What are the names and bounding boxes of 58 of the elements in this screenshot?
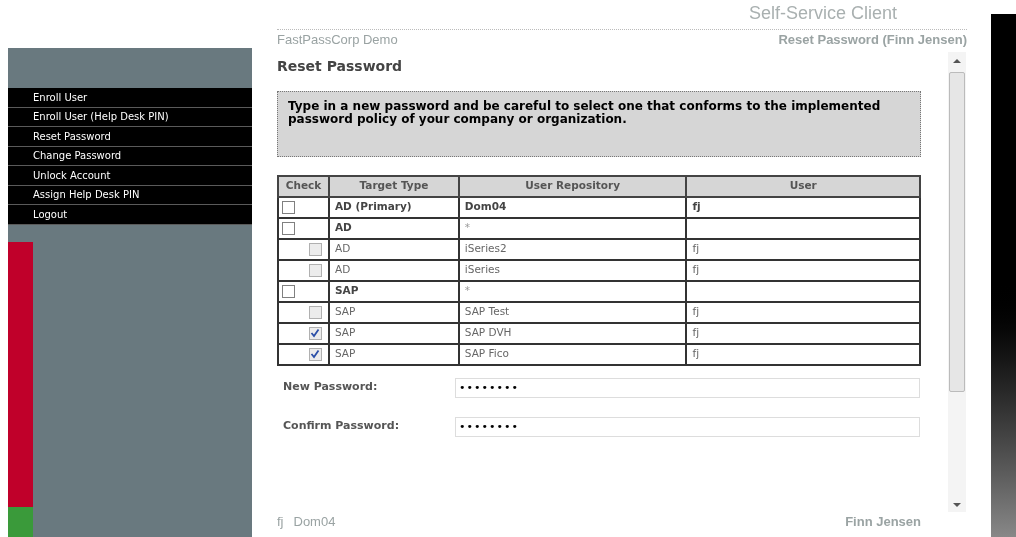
scroll-thumb[interactable] [949,71,965,392]
scrollbar[interactable] [948,51,966,512]
sidebar-item[interactable]: Assign Help Desk PIN [8,185,252,205]
page-title: Reset Password [277,56,404,76]
sidebar-item[interactable]: Logout [8,205,252,225]
table-cell: SAP [328,322,459,344]
table-cell: SAP DVH [458,322,687,344]
checked-checkbox[interactable] [308,326,322,340]
table-cell: * [458,217,687,239]
table-cell: SAP [328,280,459,302]
checkbox[interactable] [308,263,322,277]
table-cell: * [458,280,687,302]
table-cell: AD [328,238,459,260]
password-field[interactable]: •••••••• [455,377,920,398]
table-cell: SAP Fico [458,343,687,365]
table-cell: fj [686,196,920,218]
checkbox[interactable] [282,221,295,235]
sidebar-item[interactable]: Unlock Account [8,166,252,186]
sidebar-item[interactable]: Enroll User (Help Desk PIN) [8,107,252,127]
sidebar-item[interactable]: Change Password [8,146,252,166]
table-cell: SAP [328,343,459,365]
table-cell: fj [686,259,920,281]
table-cell: fj [686,343,920,365]
field-label: New Password: [282,379,379,396]
table-cell: fj [686,322,920,344]
table-cell: AD (Primary) [328,196,459,218]
checkbox[interactable] [282,200,295,214]
field-label: Confirm Password: [282,418,401,435]
sidebar-item[interactable]: Reset Password [8,127,252,147]
notice-text: Type in a new password and be careful to select one that conforms to the implemented password policy of your company or organization. [288,99,882,126]
checked-checkbox[interactable] [308,347,322,361]
sidebar-item[interactable]: Enroll User [8,88,252,108]
scroll-down-icon[interactable] [953,501,961,508]
scroll-up-icon[interactable] [953,57,961,64]
table-cell: iSeries2 [458,238,687,260]
logo-corner [8,507,33,537]
table-cell: Dom04 [458,196,687,218]
column-header: Target Type [328,175,459,197]
page-context: Reset Password (Finn Jensen) [778,31,967,49]
column-header: User [686,175,920,197]
user-id: fj [277,512,284,531]
checkbox[interactable] [308,242,322,256]
user-name: Finn Jensen [845,512,921,531]
checkbox[interactable] [308,305,322,319]
checkbox[interactable] [282,284,295,298]
table-cell: fj [686,238,920,260]
table-cell: SAP [328,301,459,323]
company-name: FastPassCorp Demo [277,31,398,49]
app-title: Self-Service Client [748,4,897,22]
table-cell: iSeries [458,259,687,281]
password-field[interactable]: •••••••• [455,416,920,437]
domain-name: Dom04 [293,512,336,531]
table-cell: AD [328,259,459,281]
table-cell: AD [328,217,459,239]
column-header: Check [278,175,329,197]
column-header: User Repository [458,175,687,197]
table-cell: SAP Test [458,301,687,323]
table-cell: fj [686,301,920,323]
